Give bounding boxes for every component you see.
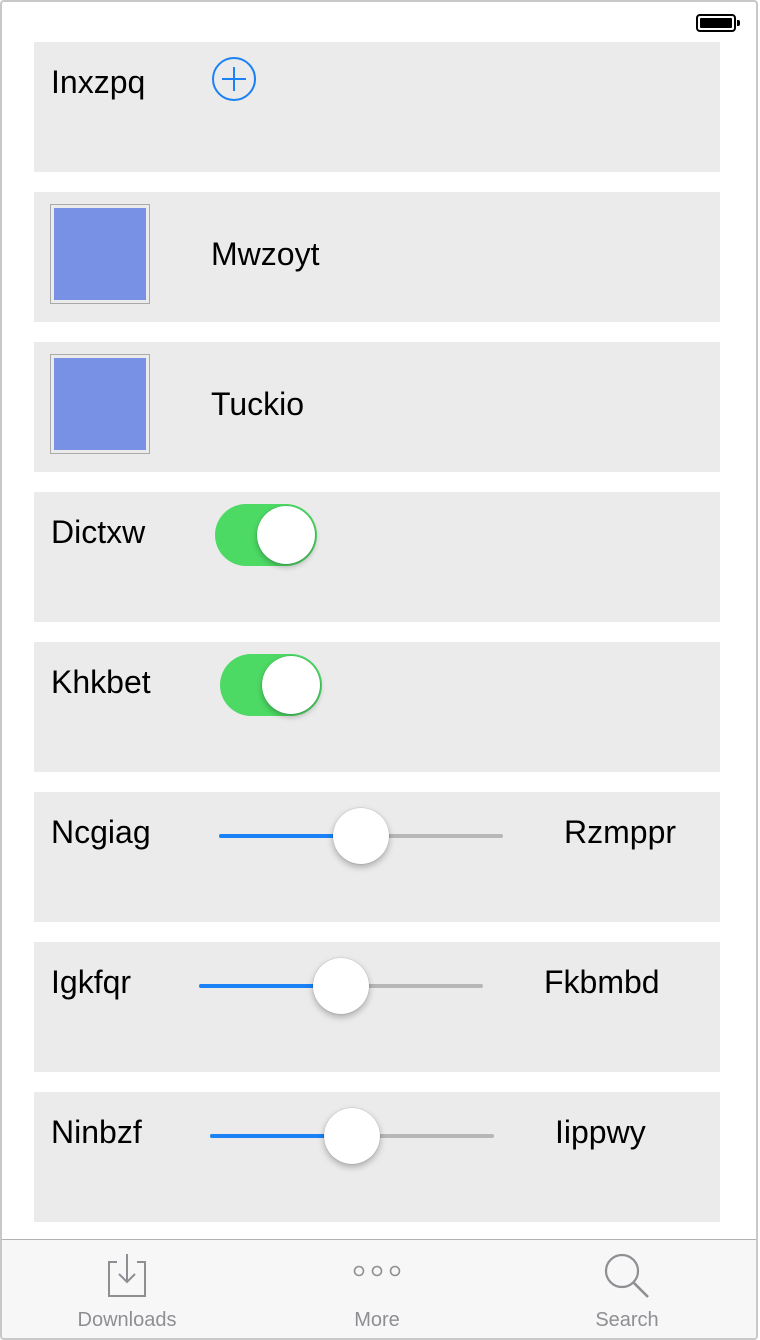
row-label: Khkbet: [51, 664, 151, 700]
slider[interactable]: [199, 958, 483, 1014]
row-mwzoyt: Mwzoyt: [34, 192, 720, 322]
status-bar: [2, 2, 756, 42]
tab-bar: Downloads More Search: [2, 1239, 756, 1338]
toggle-knob: [262, 656, 320, 714]
toggle-switch[interactable]: [220, 654, 322, 716]
slider-thumb[interactable]: [324, 1108, 380, 1164]
row-label: Igkfqr: [51, 964, 132, 1000]
row-label: Tuckio: [211, 386, 305, 422]
tab-search[interactable]: Search: [502, 1240, 752, 1338]
swatch-fill: [54, 358, 146, 450]
row-tuckio: Tuckio: [34, 342, 720, 472]
row-inxzpq: Inxzpq: [34, 42, 720, 172]
row-label: Dictxw: [51, 514, 146, 550]
tab-label: More: [354, 1309, 400, 1331]
toggle-knob: [257, 506, 315, 564]
row-dictxw: Dictxw: [34, 492, 720, 622]
row-ninbzf: Ninbzf Iippwy: [34, 1092, 720, 1222]
more-icon: [352, 1264, 402, 1283]
app-window: Inxzpq Mwzoyt Tuckio Dictxw Khkbet Ncgia…: [0, 0, 758, 1340]
search-icon: [602, 1252, 652, 1305]
downloads-icon: [105, 1252, 149, 1305]
tab-label: Search: [595, 1309, 659, 1331]
row-label: Ninbzf: [51, 1114, 142, 1150]
color-swatch[interactable]: [50, 204, 150, 304]
row-label: Inxzpq: [51, 64, 146, 100]
color-swatch[interactable]: [50, 354, 150, 454]
tab-label: Downloads: [77, 1309, 177, 1331]
battery-full-icon: [696, 14, 740, 32]
row-ncgiag: Ncgiag Rzmppr: [34, 792, 720, 922]
slider-thumb[interactable]: [333, 808, 389, 864]
slider[interactable]: [219, 808, 503, 864]
slider-max-label: Rzmppr: [564, 814, 677, 850]
row-label: Mwzoyt: [211, 236, 320, 272]
row-igkfqr: Igkfqr Fkbmbd: [34, 942, 720, 1072]
slider[interactable]: [210, 1108, 494, 1164]
toggle-switch[interactable]: [215, 504, 317, 566]
slider-thumb[interactable]: [313, 958, 369, 1014]
slider-max-label: Iippwy: [555, 1114, 646, 1150]
row-khkbet: Khkbet: [34, 642, 720, 772]
slider-max-label: Fkbmbd: [544, 964, 660, 1000]
swatch-fill: [54, 208, 146, 300]
add-circle-icon[interactable]: [211, 56, 257, 102]
tab-downloads[interactable]: Downloads: [2, 1240, 252, 1338]
row-label: Ncgiag: [51, 814, 151, 850]
tab-more[interactable]: More: [252, 1240, 502, 1338]
